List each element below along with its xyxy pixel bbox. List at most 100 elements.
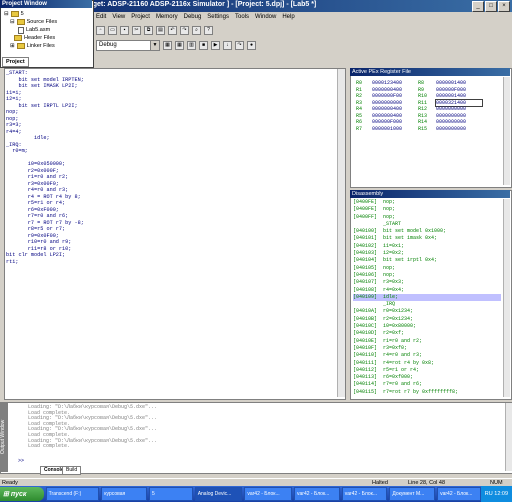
console-prompt[interactable]: >> <box>18 458 24 465</box>
disassembly-line[interactable]: [040114] r7=r0 and r6; <box>353 381 501 388</box>
disassembly-line[interactable]: [040103] i2=0x2; <box>353 250 501 257</box>
menu-project[interactable]: Project <box>131 14 150 20</box>
tree-linker-files[interactable]: ⊞ Linker Files <box>4 42 57 50</box>
help-icon[interactable]: ? <box>204 25 213 35</box>
expand-icon[interactable]: ⊟ <box>4 11 9 17</box>
main-toolbar: ▫ ▭ ▪ ✂ ⧉ ▤ ↶ ↷ ⌕ ? <box>96 22 512 38</box>
save-icon[interactable]: ▪ <box>120 25 129 35</box>
tree-item-label: Linker Files <box>26 43 55 49</box>
step-over-icon[interactable]: ↷ <box>235 40 244 50</box>
disassembly-line[interactable]: [040102] i1=0x1; <box>353 243 501 250</box>
menu-edit[interactable]: Edit <box>96 14 106 20</box>
register-scrollbar[interactable] <box>503 77 510 185</box>
task-5[interactable]: 5 <box>148 487 193 501</box>
expand-icon[interactable]: ⊞ <box>10 43 15 49</box>
run-icon[interactable]: ▶ <box>211 40 220 50</box>
menu-help[interactable]: Help <box>282 14 294 20</box>
disassembly-line[interactable]: [04010B] r2=0x1234; <box>353 316 501 323</box>
disassembly-line[interactable]: [040110] r4=r0 and r3; <box>353 352 501 359</box>
tree-file-lab5[interactable]: Lab5.asm <box>4 26 57 34</box>
task-var42-3[interactable]: var42 - Блок... <box>341 487 388 501</box>
stop-build-icon[interactable]: ■ <box>199 40 208 50</box>
paste-icon[interactable]: ▤ <box>156 25 165 35</box>
open-file-icon[interactable]: ▭ <box>108 25 117 35</box>
new-file-icon[interactable]: ▫ <box>96 25 105 35</box>
disassembly-line[interactable]: [04010C] i0=0x80000; <box>353 323 501 330</box>
disassembly-line[interactable]: [040101] bit set imask 0x4; <box>353 235 501 242</box>
taskbar: ⊞ пуск Transcend (F:) курсовая 5 Analog D… <box>0 486 512 502</box>
disassembly-list[interactable]: [0400FE] nop; [0400FE] nop; [0400FF] nop; … <box>353 199 501 396</box>
disassembly-line[interactable]: [0400FE] nop; <box>353 206 501 213</box>
source-code[interactable]: _START: bit set model IRPTEN; bit set IM… <box>6 70 84 265</box>
register-value[interactable]: 0000001000 <box>372 126 418 133</box>
task-kursovaya[interactable]: курсовая <box>101 487 147 501</box>
undo-icon[interactable]: ↶ <box>168 25 177 35</box>
breakpoint-icon[interactable]: ● <box>247 40 256 50</box>
task-var42-4[interactable]: var42 - Блок... <box>437 487 481 501</box>
menu-tools[interactable]: Tools <box>235 14 249 20</box>
disassembly-line[interactable]: [040108] r4=0x4; <box>353 287 501 294</box>
output-window-label: Output Window <box>0 402 8 472</box>
start-button[interactable]: ⊞ пуск <box>0 487 44 501</box>
disassembly-line-current[interactable]: [040109] idle; <box>353 293 501 302</box>
project-icon <box>10 11 19 17</box>
tree-root[interactable]: ⊟ 5 <box>4 10 57 18</box>
rebuild-icon[interactable]: ▦ <box>175 40 184 50</box>
task-analog-devices[interactable]: Analog Devic... <box>194 487 243 501</box>
disassembly-line[interactable]: [040105] nop; <box>353 265 501 272</box>
disassembly-line[interactable]: [040104] bit set irptl 0x4; <box>353 257 501 264</box>
disassembly-line[interactable]: [0400FE] nop; <box>353 199 501 206</box>
task-transcend[interactable]: Transcend (F:) <box>45 487 100 501</box>
configuration-select[interactable]: Debug ▼ <box>96 39 160 51</box>
maximize-button[interactable]: □ <box>485 1 497 12</box>
tree-header-files[interactable]: Header Files <box>4 34 57 42</box>
menu-memory[interactable]: Memory <box>156 14 178 20</box>
editor-scrollbar[interactable] <box>337 69 345 397</box>
disassembly-line[interactable]: [040100] bit set model 0x1000; <box>353 228 501 235</box>
disassembly-line[interactable]: [0400FF] nop; <box>353 214 501 221</box>
minimize-button[interactable]: _ <box>472 1 484 12</box>
register-value[interactable]: 0000000000 <box>436 126 482 133</box>
task-var42-1[interactable]: var42 - Блок... <box>244 487 293 501</box>
language-indicator[interactable]: RU <box>485 491 493 497</box>
disassembly-line[interactable]: [040107] r3=0x3; <box>353 279 501 286</box>
code-line[interactable]: bit set IMASK LP2I; <box>6 83 84 90</box>
clock: 12:09 <box>494 491 509 497</box>
expand-icon[interactable]: ⊟ <box>10 19 15 25</box>
tree-source-files[interactable]: ⊟ Source Files <box>4 18 57 26</box>
build-icon[interactable]: ▦ <box>163 40 172 50</box>
menu-view[interactable]: View <box>112 14 125 20</box>
disassembly-window-title: Disassembly <box>350 190 510 198</box>
disassembly-line[interactable]: [04010D] r2=0xf; <box>353 330 501 337</box>
find-icon[interactable]: ⌕ <box>192 25 201 35</box>
menu-settings[interactable]: Settings <box>207 14 229 20</box>
cut-icon[interactable]: ✂ <box>132 25 141 35</box>
disassembly-line[interactable]: [040115] r7=rot r7 by 0xffffffff8; <box>353 389 501 396</box>
disassembly-line[interactable]: [040111] r4=rot r4 by 0x8; <box>353 360 501 367</box>
tab-project[interactable]: Project <box>2 57 29 67</box>
disassembly-line[interactable]: [040106] nop; <box>353 272 501 279</box>
disassembly-scrollbar[interactable] <box>503 199 510 397</box>
tree-item-label: Header Files <box>24 35 56 41</box>
disassembly-line[interactable]: _IRQ <box>353 301 501 308</box>
task-var42-2[interactable]: var42 - Блок... <box>294 487 340 501</box>
menu-window[interactable]: Window <box>255 14 276 20</box>
step-into-icon[interactable]: ↓ <box>223 40 232 50</box>
disassembly-line[interactable]: _START <box>353 221 501 228</box>
task-document[interactable]: Документ М... <box>389 487 436 501</box>
output-scrollbar[interactable] <box>505 403 512 471</box>
code-line[interactable]: rti; <box>6 259 84 266</box>
copy-icon[interactable]: ⧉ <box>144 25 153 35</box>
tab-build[interactable]: Build <box>62 466 82 475</box>
disassembly-line[interactable]: [04010A] r0=0x1234; <box>353 308 501 315</box>
menu-debug[interactable]: Debug <box>184 14 202 20</box>
redo-icon[interactable]: ↷ <box>180 25 189 35</box>
disassembly-line[interactable]: [040112] r5=r1 or r4; <box>353 367 501 374</box>
compile-icon[interactable]: ▥ <box>187 40 196 50</box>
disassembly-line[interactable]: [04010E] r1=r0 and r2; <box>353 338 501 345</box>
close-button[interactable]: × <box>498 1 510 12</box>
disassembly-line[interactable]: [04010F] r3=0xf0; <box>353 345 501 352</box>
start-label: пуск <box>10 490 27 498</box>
disassembly-line[interactable]: [040113] r6=0xf000; <box>353 374 501 381</box>
project-window-title: Project Window <box>0 0 92 8</box>
